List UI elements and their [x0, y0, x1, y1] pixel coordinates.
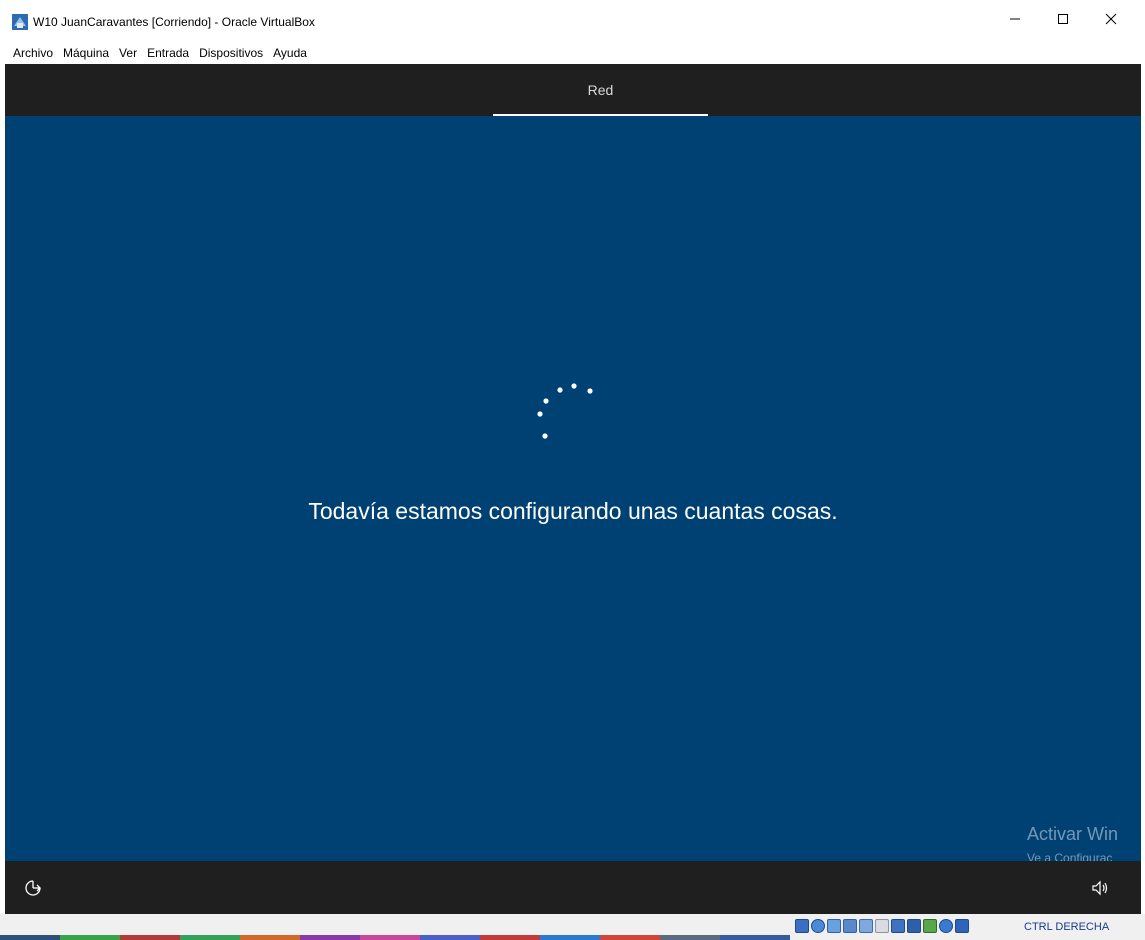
recording-icon[interactable]: [907, 919, 921, 933]
menu-entrada[interactable]: Entrada: [142, 46, 194, 60]
host-key-label: CTRL DERECHA: [1024, 921, 1110, 933]
host-taskbar-strip: [0, 935, 790, 940]
taskbar-segment: [360, 935, 420, 940]
window-title: W10 JuanCaravantes [Corriendo] - Oracle …: [33, 15, 315, 29]
network-icon[interactable]: [843, 919, 857, 933]
taskbar-segment: [240, 935, 300, 940]
optical-drive-icon[interactable]: [811, 919, 825, 933]
display-icon[interactable]: [891, 919, 905, 933]
vm-screen[interactable]: Red Todavía estamos configurando unas cu…: [5, 64, 1141, 914]
taskbar-segment: [540, 935, 600, 940]
oobe-step-red: Red: [587, 82, 614, 98]
taskbar-segment: [0, 935, 60, 940]
taskbar-segment: [60, 935, 120, 940]
menu-dispositivos[interactable]: Dispositivos: [194, 46, 268, 60]
close-button[interactable]: [1088, 0, 1134, 38]
minimize-icon: [1010, 18, 1020, 20]
oobe-step-indicator: [493, 114, 708, 116]
oobe-footer: [5, 861, 1141, 914]
usb-icon[interactable]: [859, 919, 873, 933]
volume-icon[interactable]: [1091, 879, 1109, 897]
mouse-integration-icon[interactable]: [939, 919, 953, 933]
menu-archivo[interactable]: Archivo: [8, 46, 58, 60]
oobe-status-message: Todavía estamos configurando unas cuanta…: [308, 498, 838, 524]
taskbar-segment: [600, 935, 660, 940]
device-status-icons: [795, 919, 969, 935]
ease-of-access-icon[interactable]: [23, 878, 43, 898]
maximize-button[interactable]: [1040, 0, 1086, 38]
audio-icon[interactable]: [827, 919, 841, 933]
taskbar-segment: [720, 935, 790, 940]
oobe-header: Red: [5, 64, 1141, 116]
shared-folders-icon[interactable]: [875, 919, 889, 933]
taskbar-segment: [480, 935, 540, 940]
virtualbox-icon: [12, 14, 28, 30]
close-icon: [1105, 13, 1117, 25]
taskbar-segment: [300, 935, 360, 940]
cpu-icon[interactable]: [923, 919, 937, 933]
keyboard-icon[interactable]: [955, 919, 969, 933]
taskbar-segment: [180, 935, 240, 940]
menu-bar: Archivo Máquina Ver Entrada Dispositivos…: [0, 43, 1145, 63]
hard-disk-icon[interactable]: [795, 919, 809, 933]
taskbar-segment: [120, 935, 180, 940]
activation-watermark-title: Activar Win: [1027, 824, 1119, 844]
loading-spinner-icon: [537, 383, 593, 439]
taskbar-segment: [420, 935, 480, 940]
menu-ver[interactable]: Ver: [114, 46, 142, 60]
minimize-button[interactable]: [992, 0, 1038, 38]
maximize-icon: [1058, 14, 1068, 24]
menu-maquina[interactable]: Máquina: [58, 46, 114, 60]
title-bar: W10 JuanCaravantes [Corriendo] - Oracle …: [0, 0, 1145, 43]
taskbar-segment: [660, 935, 720, 940]
menu-ayuda[interactable]: Ayuda: [268, 46, 312, 60]
